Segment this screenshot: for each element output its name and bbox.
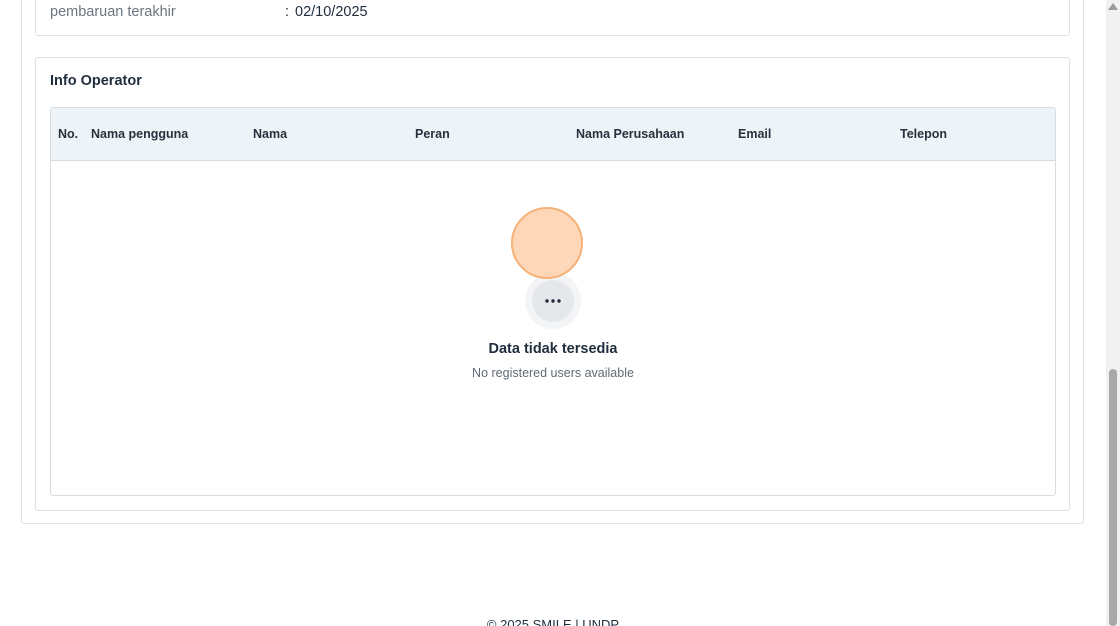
scroll-up-arrow-icon[interactable] xyxy=(1108,3,1118,10)
page: pembaruan terakhir : 02/10/2025 Info Ope… xyxy=(0,0,1120,626)
column-header-no[interactable]: No. xyxy=(58,127,78,141)
column-header-email[interactable]: Email xyxy=(738,127,771,141)
column-header-username[interactable]: Nama pengguna xyxy=(91,127,188,141)
table-header: No. Nama pengguna Nama Peran Nama Perusa… xyxy=(51,108,1055,161)
scrollbar-thumb[interactable] xyxy=(1109,369,1117,626)
last-update-row: pembaruan terakhir : 02/10/2025 xyxy=(50,3,368,21)
column-header-phone[interactable]: Telepon xyxy=(900,127,947,141)
click-indicator xyxy=(511,207,583,279)
empty-state-subtitle: No registered users available xyxy=(472,366,634,380)
footer-copyright: © 2025 SMILE | UNDP xyxy=(486,617,620,626)
more-horizontal-icon xyxy=(532,280,574,322)
empty-state-title: Data tidak tersedia xyxy=(488,341,618,357)
column-header-role[interactable]: Peran xyxy=(415,127,450,141)
column-header-company[interactable]: Nama Perusahaan xyxy=(576,127,684,141)
section-title: Info Operator xyxy=(50,73,142,89)
last-update-value: 02/10/2025 xyxy=(295,4,368,20)
separator: : xyxy=(285,4,290,20)
last-update-label: pembaruan terakhir xyxy=(50,4,176,20)
column-header-name[interactable]: Nama xyxy=(253,127,287,141)
